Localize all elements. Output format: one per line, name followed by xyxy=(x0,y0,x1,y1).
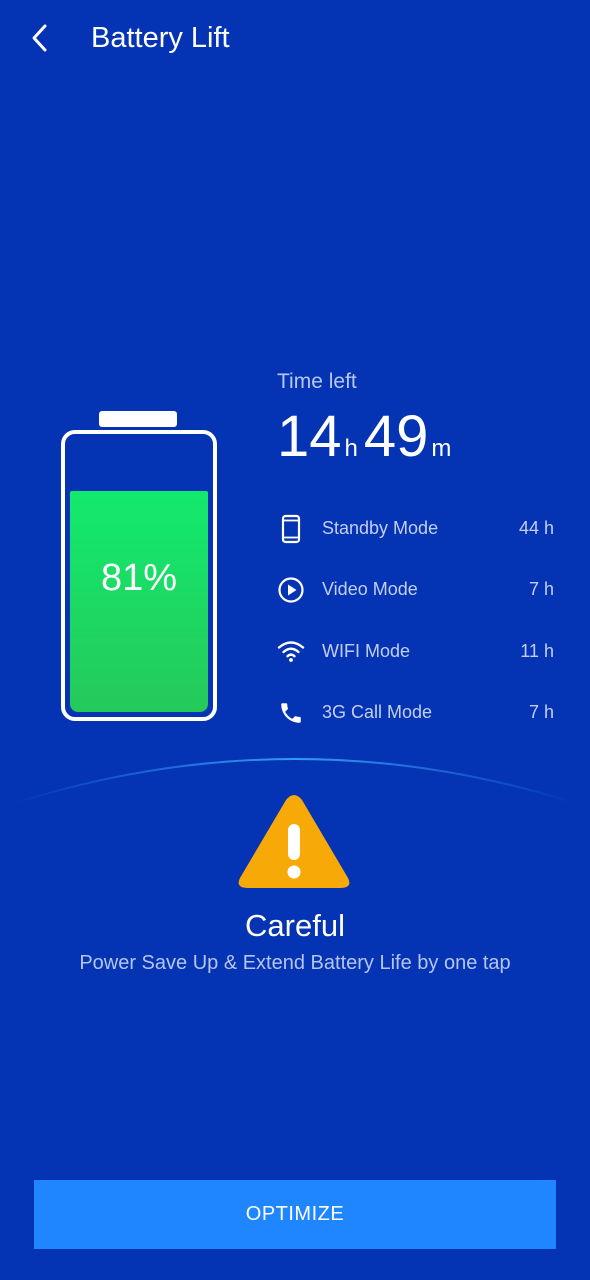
back-button[interactable] xyxy=(18,14,62,62)
time-minutes-unit: m xyxy=(431,435,452,462)
time-hours-unit: h xyxy=(344,435,358,462)
wifi-icon xyxy=(276,636,306,666)
mode-value: 44 h xyxy=(518,518,554,539)
mode-label: WIFI Mode xyxy=(322,640,411,661)
mode-row-call: 3G Call Mode 7 h xyxy=(276,682,554,743)
battery-percent: 81% xyxy=(100,557,178,599)
mode-label: Standby Mode xyxy=(322,518,439,539)
mode-label: 3G Call Mode xyxy=(322,702,433,723)
time-left-value: 14 h 49 m xyxy=(277,404,457,474)
chevron-left-icon xyxy=(32,24,47,52)
play-circle-icon xyxy=(276,575,306,605)
battery-fill xyxy=(70,490,208,712)
phone-icon xyxy=(276,698,306,728)
mode-row-standby: Standby Mode 44 h xyxy=(276,498,554,559)
mode-value: 11 h xyxy=(520,640,554,661)
status-subtitle: Power Save Up & Extend Battery Life by o… xyxy=(79,952,511,974)
smartphone-icon xyxy=(276,514,306,544)
time-left-label: Time left xyxy=(277,370,357,393)
page-title: Battery Lift xyxy=(91,22,230,54)
battery-body: 81% xyxy=(61,430,217,721)
optimize-button[interactable]: OPTIMIZE xyxy=(34,1180,556,1249)
app-header: Battery Lift xyxy=(0,0,590,78)
mode-list: Standby Mode 44 h Video Mode 7 h WIFI Mo… xyxy=(276,498,554,743)
warning-icon xyxy=(238,795,350,888)
battery-cap xyxy=(99,411,177,427)
time-hours: 14 xyxy=(277,404,342,469)
mode-row-video: Video Mode 7 h xyxy=(276,559,554,620)
mode-row-wifi: WIFI Mode 11 h xyxy=(276,621,554,682)
mode-label: Video Mode xyxy=(322,579,418,600)
mode-value: 7 h xyxy=(528,579,554,600)
battery-indicator: 81% xyxy=(60,408,217,721)
time-minutes: 49 xyxy=(363,404,429,469)
mode-value: 7 h xyxy=(528,702,554,723)
status-title: Careful xyxy=(245,908,345,943)
